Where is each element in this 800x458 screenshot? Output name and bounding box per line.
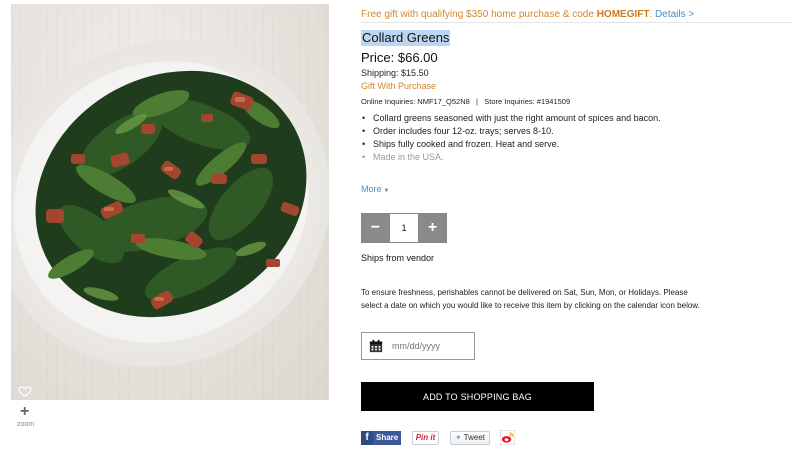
- ships-from-vendor: Ships from vendor: [361, 253, 435, 263]
- price-label: Price:: [361, 50, 395, 65]
- list-item: Collard greens seasoned with just the ri…: [361, 112, 781, 125]
- divider: [361, 22, 791, 23]
- promo-text: Free gift with qualifying $350 home purc…: [361, 9, 597, 20]
- quantity-stepper: − 1 +: [361, 213, 447, 243]
- list-item: Order includes four 12-oz. trays; serves…: [361, 125, 781, 138]
- freshness-note: To ensure freshness, perishables cannot …: [361, 288, 700, 310]
- collard-greens-photo: [11, 41, 329, 367]
- promo-period: .: [649, 9, 653, 20]
- twitter-bird-icon: ✦: [454, 433, 462, 442]
- twitter-tweet-button[interactable]: ✦ Tweet: [450, 430, 490, 445]
- weibo-icon[interactable]: [500, 430, 515, 445]
- product-features: Collard greens seasoned with just the ri…: [361, 112, 781, 164]
- quantity-decrement-button[interactable]: −: [361, 213, 390, 243]
- share-bar: f Share Pin it ✦ Tweet: [361, 430, 515, 445]
- more-caret-icon: ▼: [383, 188, 390, 194]
- tweet-label: Tweet: [463, 433, 486, 442]
- shipping-value: $15.50: [401, 68, 429, 78]
- facebook-share-button[interactable]: f Share: [361, 430, 401, 445]
- list-item: Made in the USA.: [361, 151, 781, 164]
- price: Price: $66.00: [361, 50, 438, 65]
- promo-details-link[interactable]: Details >: [655, 9, 694, 20]
- delivery-date-field: [361, 332, 475, 360]
- inquiry-codes: Online Inquiries: NMF17_Q52N8 | Store In…: [361, 97, 571, 106]
- quantity-input[interactable]: 1: [390, 213, 418, 243]
- promo-code: HOMEGIFT: [596, 9, 650, 20]
- pinterest-button[interactable]: Pin it: [412, 430, 439, 445]
- promo-banner: Free gift with qualifying $350 home purc…: [361, 9, 694, 20]
- product-image[interactable]: [11, 4, 329, 400]
- quantity-increment-button[interactable]: +: [418, 213, 447, 243]
- zoom-label[interactable]: zoom: [17, 421, 34, 428]
- date-input[interactable]: [392, 341, 472, 351]
- add-to-shopping-bag-button[interactable]: ADD TO SHOPPING BAG: [361, 382, 594, 411]
- price-value: $66.00: [397, 50, 438, 65]
- shipping-label: Shipping:: [361, 68, 399, 78]
- facebook-icon: f: [361, 430, 373, 445]
- facebook-share-label: Share: [376, 433, 399, 442]
- list-item: Ships fully cooked and frozen. Heat and …: [361, 138, 781, 151]
- heart-icon[interactable]: [18, 384, 32, 398]
- calendar-icon[interactable]: [369, 339, 383, 353]
- gift-with-purchase-link[interactable]: Gift With Purchase: [361, 81, 436, 91]
- zoom-plus-icon[interactable]: +: [20, 404, 29, 420]
- shipping-cost: Shipping: $15.50: [361, 68, 429, 78]
- more-label: More: [361, 184, 382, 194]
- product-title: Collard Greens: [361, 30, 451, 46]
- more-link[interactable]: More ▼: [361, 184, 389, 194]
